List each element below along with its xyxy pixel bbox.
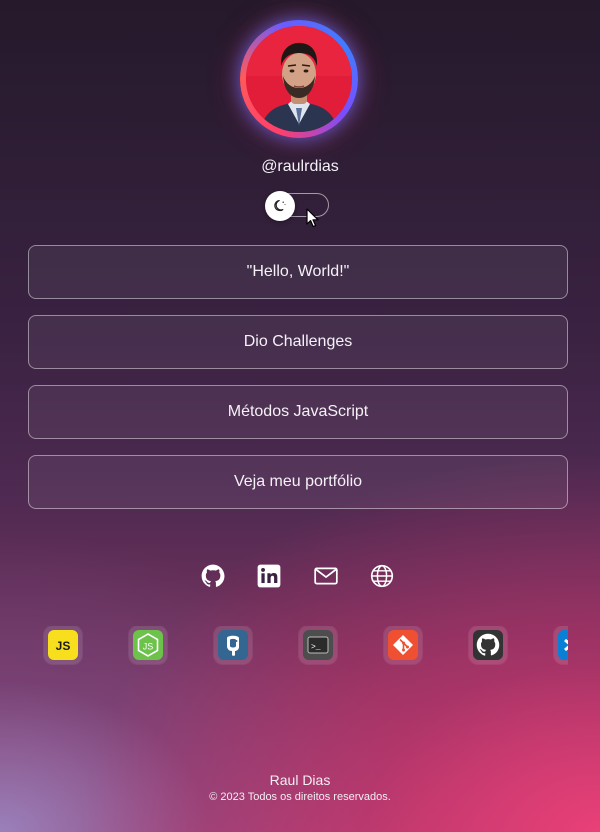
toggle-knob[interactable] — [265, 191, 295, 221]
git-icon — [384, 626, 422, 664]
moon-icon — [274, 200, 286, 212]
link-portfolio[interactable]: Veja meu portfólio — [28, 455, 568, 509]
footer-name: Raul Dias — [269, 772, 331, 788]
js-label: JS — [56, 639, 71, 653]
github-icon[interactable] — [200, 563, 226, 589]
avatar-photo — [246, 26, 352, 132]
vscode-icon — [554, 626, 568, 664]
theme-toggle[interactable] — [265, 191, 331, 221]
tech-carousel[interactable]: JS JS >_ — [28, 626, 568, 670]
javascript-icon: JS — [44, 626, 82, 664]
globe-icon[interactable] — [369, 563, 395, 589]
social-links — [0, 563, 600, 589]
terminal-label: >_ — [311, 643, 321, 652]
mail-icon[interactable] — [313, 563, 339, 589]
avatar-ring — [240, 20, 358, 138]
profile-handle: @raulrdias — [261, 158, 339, 175]
footer: Raul Dias © 2023 Todos os direitos reser… — [0, 772, 600, 804]
link-metodos-javascript[interactable]: Métodos JavaScript — [28, 385, 568, 439]
nodejs-label: JS — [143, 642, 154, 652]
postgresql-icon — [214, 626, 252, 664]
linkedin-icon[interactable] — [256, 563, 282, 589]
footer-copyright: © 2023 Todos os direitos reservados. — [209, 791, 391, 803]
mouse-cursor-icon — [306, 208, 320, 233]
nodejs-icon: JS — [129, 626, 167, 664]
terminal-icon: >_ — [299, 626, 337, 664]
avatar — [246, 26, 352, 132]
link-dio-challenges[interactable]: Dio Challenges — [28, 315, 568, 369]
github-icon — [469, 626, 507, 664]
link-hello-world[interactable]: "Hello, World!" — [28, 245, 568, 299]
link-list: "Hello, World!" Dio Challenges Métodos J… — [28, 245, 568, 525]
